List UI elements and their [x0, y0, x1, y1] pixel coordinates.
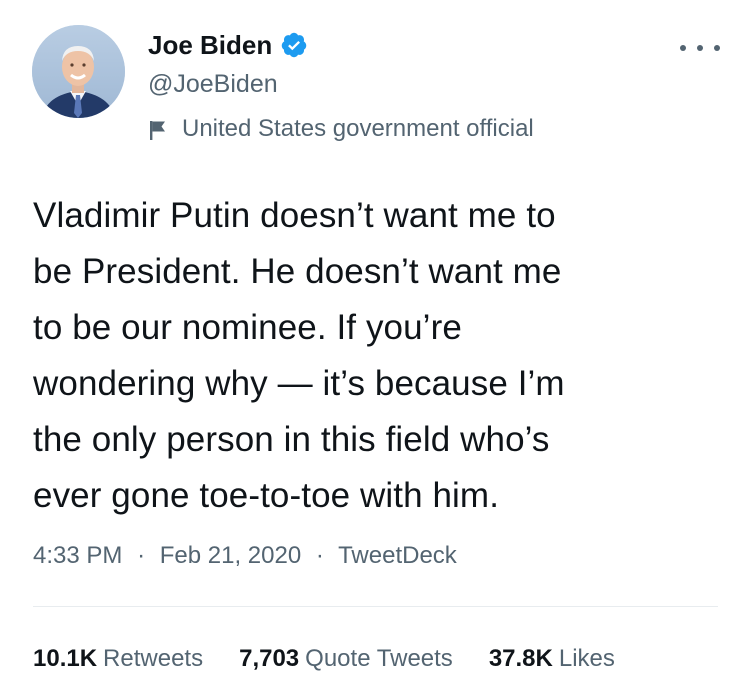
author-display-name[interactable]: Joe Biden	[148, 28, 272, 62]
meta-separator: ·	[137, 542, 146, 569]
retweets-stat[interactable]: 10.1K Retweets	[33, 642, 203, 676]
author-name-row[interactable]: Joe Biden	[148, 28, 308, 62]
tweet-source[interactable]: TweetDeck	[338, 542, 457, 569]
tweet-text: Vladimir Putin doesn’t want me to be Pre…	[33, 196, 565, 515]
tweet-time[interactable]: 4:33 PM	[33, 542, 122, 569]
retweets-count: 10.1K	[33, 645, 98, 672]
avatar-image	[32, 25, 125, 118]
meta-separator: ·	[315, 542, 324, 569]
quote-tweets-stat[interactable]: 7,703 Quote Tweets	[239, 642, 453, 676]
verified-badge-icon	[280, 31, 308, 59]
tweet-card: Joe Biden @JoeBiden United States govern…	[0, 0, 750, 699]
account-label[interactable]: United States government official	[148, 113, 534, 145]
more-options-icon[interactable]	[680, 38, 720, 58]
quote-tweets-count: 7,703	[239, 645, 300, 672]
engagement-stats: 10.1K Retweets 7,703 Quote Tweets 37.8K …	[33, 642, 615, 676]
likes-label: Likes	[558, 645, 615, 672]
retweets-label: Retweets	[103, 645, 204, 672]
avatar[interactable]	[32, 25, 125, 118]
tweet-date[interactable]: Feb 21, 2020	[160, 542, 301, 569]
account-label-text: United States government official	[182, 115, 534, 142]
author-handle[interactable]: @JoeBiden	[148, 68, 278, 100]
likes-count: 37.8K	[488, 645, 553, 672]
flag-icon	[148, 118, 168, 140]
more-dot	[697, 45, 703, 51]
more-dot	[680, 45, 686, 51]
divider	[33, 606, 718, 607]
tweet-meta: 4:33 PM · Feb 21, 2020 · TweetDeck	[33, 540, 457, 572]
more-dot	[714, 45, 720, 51]
likes-stat[interactable]: 37.8K Likes	[489, 642, 615, 676]
quote-tweets-label: Quote Tweets	[305, 645, 453, 672]
